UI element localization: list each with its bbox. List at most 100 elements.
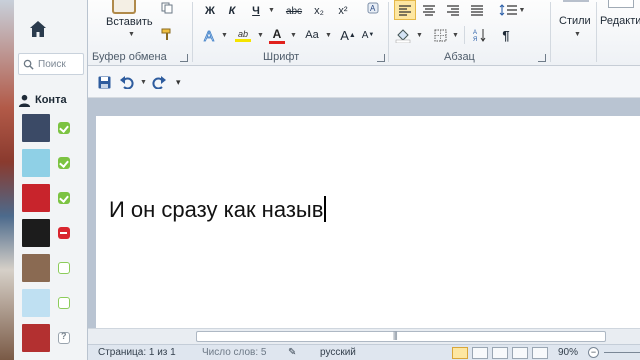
word-window: Вставить ▼ Буфер обмена Ж К Ч ▼ abc x₂ x… <box>88 0 640 360</box>
document-body[interactable]: И он сразу как назыв <box>109 196 326 223</box>
document-page[interactable]: И он сразу как назыв <box>96 116 640 328</box>
avatar <box>22 114 50 142</box>
shrink-font-icon: A <box>361 29 369 41</box>
save-button[interactable] <box>98 74 111 90</box>
line-spacing-button[interactable]: ▼ <box>498 0 526 20</box>
page-count[interactable]: Страница: 1 из 1 <box>98 347 176 358</box>
align-left-button[interactable] <box>394 0 416 20</box>
contact-search-input[interactable]: Поиск <box>18 53 84 75</box>
skype-sidebar: Поиск Конта <box>14 0 88 360</box>
styles-icon <box>556 0 596 8</box>
quick-access-toolbar: ▼ ▾ <box>88 66 640 98</box>
status-online-icon <box>58 157 70 169</box>
paste-button[interactable]: Вставить <box>106 16 153 28</box>
paste-icon[interactable] <box>112 0 136 14</box>
web-layout-view-button[interactable] <box>492 347 508 359</box>
highlight-button[interactable]: ab <box>232 25 254 45</box>
print-layout-view-button[interactable] <box>452 347 468 359</box>
change-case-dropdown[interactable]: ▼ <box>325 32 332 39</box>
shading-button[interactable] <box>392 25 414 45</box>
align-center-icon <box>423 4 435 16</box>
justify-button[interactable] <box>466 0 488 20</box>
language-indicator[interactable]: русский <box>320 347 356 358</box>
align-right-button[interactable] <box>442 0 464 20</box>
status-online-icon <box>58 122 70 134</box>
highlight-color-bar <box>235 38 251 42</box>
sort-icon: AЯ <box>473 29 486 42</box>
text-effects-dropdown[interactable]: ▼ <box>221 32 228 39</box>
styles-dropdown[interactable]: ▼ <box>574 31 581 38</box>
bold-button[interactable]: Ж <box>200 1 220 21</box>
contact-item[interactable] <box>22 219 87 247</box>
sort-button[interactable]: AЯ <box>470 25 490 45</box>
paragraph-group-label: Абзац <box>444 51 475 63</box>
copy-icon[interactable] <box>158 0 176 18</box>
borders-dropdown[interactable]: ▼ <box>452 32 459 39</box>
word-count[interactable]: Число слов: 5 <box>202 347 266 358</box>
horizontal-scrollbar[interactable] <box>88 328 640 344</box>
shrink-font-button[interactable]: A ▼ <box>360 25 376 45</box>
clipboard-group-label: Буфер обмена <box>92 51 167 63</box>
show-formatting-button[interactable]: ¶ <box>496 25 516 45</box>
redo-button[interactable] <box>152 74 166 90</box>
format-painter-icon[interactable] <box>158 24 176 44</box>
contact-item[interactable] <box>22 324 87 352</box>
grow-font-icon: A <box>340 27 349 43</box>
styles-button[interactable]: Стили <box>559 15 591 27</box>
home-button[interactable] <box>20 14 56 44</box>
draft-view-button[interactable] <box>532 347 548 359</box>
font-dialog-launcher[interactable] <box>377 54 385 62</box>
undo-button[interactable] <box>120 74 134 90</box>
font-color-bar <box>269 40 285 44</box>
svg-text:A: A <box>370 4 376 13</box>
subscript-button[interactable]: x₂ <box>308 1 330 21</box>
highlight-dropdown[interactable]: ▼ <box>257 32 264 39</box>
superscript-button[interactable]: x² <box>332 1 354 21</box>
align-center-button[interactable] <box>418 0 440 20</box>
strikethrough-button[interactable]: abc <box>282 1 306 21</box>
text-cursor <box>324 196 326 222</box>
full-screen-view-button[interactable] <box>472 347 488 359</box>
group-divider <box>596 2 597 62</box>
clear-formatting-icon[interactable]: A <box>364 0 382 18</box>
customize-toolbar-icon[interactable]: ▾ <box>176 74 181 90</box>
status-offline-icon <box>58 297 70 309</box>
italic-button[interactable]: К <box>222 1 242 21</box>
text-effects-icon[interactable]: A <box>200 25 220 45</box>
font-color-dropdown[interactable]: ▼ <box>290 32 297 39</box>
avatar <box>22 254 50 282</box>
paste-dropdown[interactable]: ▼ <box>128 31 135 38</box>
font-color-button[interactable]: A <box>266 25 288 45</box>
paragraph-dialog-launcher[interactable] <box>538 54 546 62</box>
editing-button[interactable]: Редакти <box>600 15 640 27</box>
borders-icon <box>434 29 446 41</box>
contact-item[interactable] <box>22 254 87 282</box>
shading-dropdown[interactable]: ▼ <box>416 32 423 39</box>
zoom-level[interactable]: 90% <box>558 347 578 358</box>
contact-item[interactable] <box>22 289 87 317</box>
underline-button[interactable]: Ч <box>246 1 266 21</box>
contact-item[interactable] <box>22 149 87 177</box>
spelling-check-icon[interactable]: ✎ <box>288 347 296 358</box>
zoom-slider[interactable] <box>604 352 640 353</box>
zoom-out-button[interactable]: − <box>588 347 599 358</box>
outline-view-button[interactable] <box>512 347 528 359</box>
group-divider <box>550 2 551 62</box>
grow-font-button[interactable]: A ▲ <box>340 25 356 45</box>
toolbar-divider <box>464 26 465 44</box>
clipboard-dialog-launcher[interactable] <box>180 54 188 62</box>
underline-dropdown[interactable]: ▼ <box>268 7 275 14</box>
svg-text:Я: Я <box>473 37 477 42</box>
change-case-button[interactable]: Aa <box>302 25 322 45</box>
scrollbar-thumb[interactable] <box>196 330 606 342</box>
avatar <box>22 289 50 317</box>
contact-item[interactable] <box>22 114 87 142</box>
save-icon <box>98 76 111 88</box>
svg-text:A: A <box>473 30 477 36</box>
borders-button[interactable] <box>430 25 450 45</box>
contacts-tab[interactable]: Конта <box>18 90 87 110</box>
align-right-icon <box>447 4 459 16</box>
contact-item[interactable] <box>22 184 87 212</box>
undo-dropdown[interactable]: ▼ <box>140 74 147 90</box>
search-icon <box>23 59 34 70</box>
